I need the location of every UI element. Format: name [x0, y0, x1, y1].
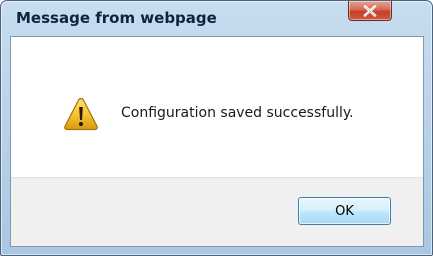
warning-icon — [64, 97, 98, 131]
message-dialog-window: Message from webpage Configuration saved… — [0, 0, 433, 256]
button-bar: OK — [11, 177, 423, 246]
close-button[interactable] — [348, 1, 392, 21]
message-text: Configuration saved successfully. — [121, 105, 354, 121]
dialog-content: Configuration saved successfully. OK — [10, 36, 424, 247]
ok-button[interactable]: OK — [298, 197, 391, 225]
window-title: Message from webpage — [16, 9, 217, 27]
close-icon — [363, 4, 377, 17]
message-area: Configuration saved successfully. — [11, 37, 423, 177]
titlebar: Message from webpage — [1, 1, 432, 31]
